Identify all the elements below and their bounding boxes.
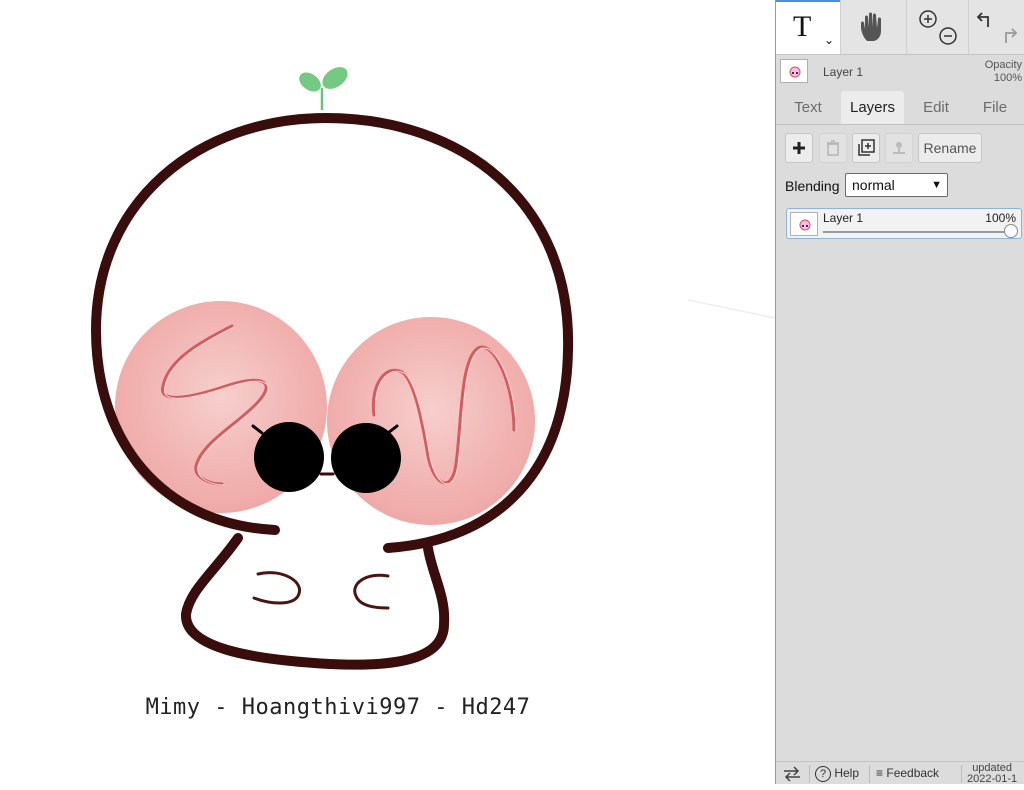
help-label: Help xyxy=(834,766,860,780)
undo-redo-icon xyxy=(976,12,1018,43)
text-tool-button[interactable]: T ⌄ xyxy=(776,0,840,54)
zoom-tool-button[interactable] xyxy=(906,0,968,54)
zoom-in-out-icon xyxy=(918,10,957,45)
body-outline xyxy=(181,533,450,670)
right-cheek xyxy=(327,317,535,525)
add-layer-button[interactable] xyxy=(785,133,813,163)
opacity-label: Opacity xyxy=(984,59,1022,71)
swap-icon xyxy=(784,766,800,782)
tool-bar: T ⌄ xyxy=(776,0,1024,55)
feedback-label: Feedback xyxy=(886,766,940,780)
tab-file[interactable]: File xyxy=(968,91,1022,124)
mimy-drawing xyxy=(90,67,775,670)
swap-sides-button[interactable] xyxy=(782,762,802,785)
tab-layers[interactable]: Layers xyxy=(841,91,904,124)
layer-thumbnail xyxy=(790,212,818,236)
feedback-icon: ≡ xyxy=(876,766,884,780)
trash-icon xyxy=(827,140,839,156)
layer-name: Layer 1 xyxy=(823,211,864,225)
help-icon: ? xyxy=(815,765,831,782)
opacity-slider-handle[interactable] xyxy=(1004,224,1018,238)
hand-tool-button[interactable] xyxy=(840,0,906,54)
right-eye xyxy=(331,423,401,493)
current-layer-opacity: Opacity 100% xyxy=(985,59,1022,85)
help-button[interactable]: ? Help xyxy=(815,762,859,785)
panel-tabs: Text Layers Edit File xyxy=(776,91,1024,125)
text-tool-label: T xyxy=(793,10,812,43)
duplicate-icon xyxy=(858,139,875,156)
updated-info: updated 2022-01-1 xyxy=(967,762,1017,786)
delete-layer-button[interactable] xyxy=(819,133,847,163)
tab-text[interactable]: Text xyxy=(779,91,837,124)
panel-footer: ? Help ≡ Feedback updated 2022-01-1 xyxy=(776,761,1024,785)
duplicate-layer-button[interactable] xyxy=(852,133,880,163)
drawing-canvas[interactable]: Mimy - Hoangthivi997 - Hd247 xyxy=(0,0,775,784)
blending-select[interactable]: normal ▼ xyxy=(845,173,948,197)
sprout xyxy=(299,67,348,110)
plus-icon xyxy=(793,142,805,154)
undo-redo-button[interactable] xyxy=(968,0,1024,54)
merge-down-icon xyxy=(893,142,905,154)
current-layer-name: Layer 1 xyxy=(823,65,864,79)
layer-thumbnail xyxy=(780,59,808,83)
right-arm xyxy=(353,573,390,610)
layer-list-item[interactable]: Layer 1 100% xyxy=(786,208,1022,239)
layer-opacity-value: 100% xyxy=(985,211,1016,225)
left-arm xyxy=(252,571,302,605)
side-panel: T ⌄ Layer 1 Opacity 100% Text Layers Edi… xyxy=(775,0,1024,785)
feedback-button[interactable]: ≡ Feedback xyxy=(876,762,939,785)
tab-edit[interactable]: Edit xyxy=(908,91,964,124)
opacity-slider-track[interactable] xyxy=(823,231,1011,233)
chevron-down-icon: ⌄ xyxy=(824,33,835,47)
current-layer-status: Layer 1 Opacity 100% xyxy=(776,55,1024,91)
opacity-value: 100% xyxy=(993,72,1022,84)
rename-layer-button[interactable]: Rename xyxy=(918,133,982,163)
chevron-down-icon: ▼ xyxy=(931,179,942,191)
blending-value: normal xyxy=(852,177,895,193)
hand-icon xyxy=(860,12,881,41)
merge-down-button[interactable] xyxy=(885,133,913,163)
canvas-caption: Mimy - Hoangthivi997 - Hd247 xyxy=(145,695,531,720)
blending-label: Blending xyxy=(785,178,840,194)
updated-date: 2022-01-1 xyxy=(967,773,1018,785)
